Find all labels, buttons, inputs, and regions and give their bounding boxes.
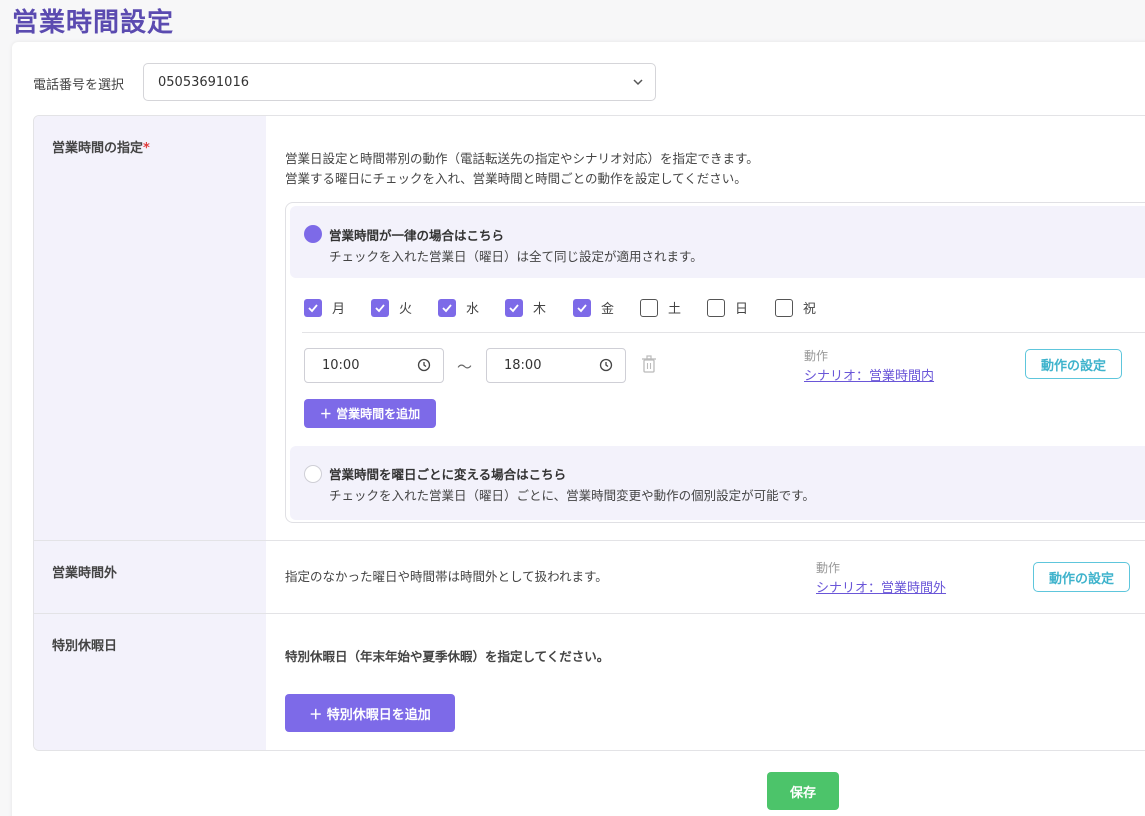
- day-label: 土: [668, 302, 682, 317]
- uniform-option[interactable]: 営業時間が一律の場合はこちら チェックを入れた営業日（曜日）は全て同じ設定が適用…: [290, 206, 1145, 278]
- holidays-label-cell: 特別休暇日: [34, 614, 266, 750]
- day-checkbox-thu[interactable]: 木: [505, 298, 546, 317]
- day-checkbox-sat[interactable]: 土: [640, 298, 681, 317]
- business-hours-options: 営業時間が一律の場合はこちら チェックを入れた営業日（曜日）は全て同じ設定が適用…: [285, 202, 1145, 523]
- start-time-value: 10:00: [322, 358, 360, 373]
- start-time-input[interactable]: 10:00: [304, 348, 444, 383]
- after-hours-action-label: 動作: [816, 561, 841, 575]
- trash-icon[interactable]: [641, 355, 657, 373]
- add-holiday-button[interactable]: ＋ 特別休暇日を追加: [285, 694, 455, 732]
- checkbox-checked-icon[interactable]: [304, 298, 322, 317]
- checkbox-checked-icon[interactable]: [371, 298, 389, 317]
- after-hours-scenario-link[interactable]: シナリオ：営業時間外: [816, 577, 946, 596]
- day-label: 火: [399, 302, 413, 317]
- after-hours-action-settings-button[interactable]: 動作の設定: [1033, 562, 1130, 592]
- day-checkbox-holiday[interactable]: 祝: [775, 298, 816, 317]
- checkbox-unchecked-icon[interactable]: [707, 298, 725, 317]
- uniform-option-title: 営業時間が一律の場合はこちら: [329, 228, 505, 243]
- business-hours-description-line1: 営業日設定と時間帯別の動作（電話転送先の指定やシナリオ対応）を指定できます。: [285, 151, 759, 166]
- holidays-description: 特別休暇日（年末年始や夏季休暇）を指定してください。: [285, 649, 610, 664]
- checkbox-checked-icon[interactable]: [505, 298, 523, 317]
- day-label: 月: [332, 302, 346, 317]
- business-hours-description: 営業日設定と時間帯別の動作（電話転送先の指定やシナリオ対応）を指定できます。 営…: [285, 149, 759, 189]
- day-checkbox-sun[interactable]: 日: [707, 298, 748, 317]
- uniform-option-subtitle: チェックを入れた営業日（曜日）は全て同じ設定が適用されます。: [329, 249, 703, 264]
- day-label: 水: [466, 302, 480, 317]
- after-hours-description: 指定のなかった曜日や時間帯は時間外として扱われます。: [285, 569, 608, 584]
- checkbox-unchecked-icon[interactable]: [775, 298, 793, 317]
- day-checkbox-wed[interactable]: 水: [438, 298, 479, 317]
- action-label: 動作: [804, 349, 829, 363]
- checkbox-checked-icon[interactable]: [438, 298, 456, 317]
- clock-icon: [417, 358, 431, 372]
- holidays-label: 特別休暇日: [52, 639, 118, 654]
- required-mark: *: [143, 141, 150, 156]
- add-business-hours-button[interactable]: ＋ 営業時間を追加: [304, 399, 436, 428]
- page-title: 営業時間設定: [12, 8, 175, 38]
- per-day-option-title: 営業時間を曜日ごとに変える場合はこちら: [329, 467, 567, 482]
- day-checkbox-fri[interactable]: 金: [573, 298, 614, 317]
- action-settings-button[interactable]: 動作の設定: [1025, 349, 1122, 379]
- day-label: 木: [533, 302, 547, 317]
- save-button[interactable]: 保存: [767, 772, 839, 810]
- uniform-option-radio[interactable]: [304, 225, 322, 243]
- phone-select-label: 電話番号を選択: [33, 78, 125, 93]
- action-scenario-link[interactable]: シナリオ：営業時間内: [804, 365, 934, 384]
- divider: [302, 332, 1145, 333]
- day-label: 祝: [803, 302, 817, 317]
- business-hours-label: 営業時間の指定: [52, 141, 144, 156]
- business-hours-description-line2: 営業する曜日にチェックを入れ、営業時間と時間ごとの動作を設定してください。: [285, 171, 747, 186]
- per-day-option-subtitle: チェックを入れた営業日（曜日）ごとに、営業時間変更や動作の個別設定が可能です。: [329, 488, 815, 503]
- after-hours-label: 営業時間外: [52, 566, 118, 581]
- per-day-option-radio[interactable]: [304, 465, 322, 483]
- phone-select-value: 05053691016: [158, 75, 249, 90]
- day-label: 日: [735, 302, 749, 317]
- chevron-down-icon: [633, 79, 643, 86]
- end-time-input[interactable]: 18:00: [486, 348, 626, 383]
- day-checkbox-mon[interactable]: 月: [304, 298, 345, 317]
- phone-select[interactable]: 05053691016: [143, 63, 656, 101]
- end-time-value: 18:00: [504, 358, 542, 373]
- settings-table: 営業時間の指定* 営業日設定と時間帯別の動作（電話転送先の指定やシナリオ対応）を…: [33, 115, 1145, 751]
- checkbox-unchecked-icon[interactable]: [640, 298, 658, 317]
- per-day-option[interactable]: 営業時間を曜日ごとに変える場合はこちら チェックを入れた営業日（曜日）ごとに、営…: [290, 446, 1145, 520]
- day-label: 金: [601, 302, 615, 317]
- day-checkbox-tue[interactable]: 火: [371, 298, 412, 317]
- time-separator: 〜: [457, 358, 473, 376]
- clock-icon: [599, 358, 613, 372]
- checkbox-checked-icon[interactable]: [573, 298, 591, 317]
- after-hours-label-cell: 営業時間外: [34, 541, 266, 613]
- business-hours-label-cell: 営業時間の指定*: [34, 116, 266, 540]
